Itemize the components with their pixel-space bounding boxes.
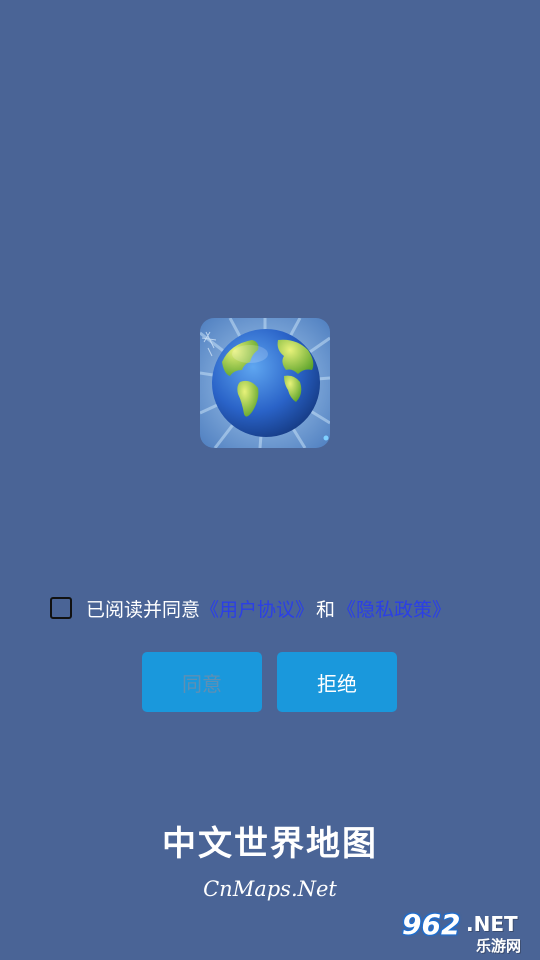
watermark-site-name: 乐游网 (476, 937, 522, 955)
privacy-policy-link[interactable]: 《隐私政策》 (337, 595, 451, 622)
consent-row: 已阅读并同意 《用户协议》 和 《隐私政策》 (50, 594, 451, 622)
app-title: 中文世界地图 (162, 824, 378, 864)
consent-checkbox[interactable] (50, 597, 72, 619)
app-subtitle: CnMaps.Net (203, 877, 337, 901)
watermark-number: 962 (402, 908, 461, 941)
app-logo (200, 318, 330, 448)
watermark-domain: .NET (466, 912, 518, 936)
agree-button[interactable]: 同意 (142, 652, 262, 712)
reject-button[interactable]: 拒绝 (277, 652, 397, 712)
globe-icon (200, 318, 330, 448)
user-agreement-link[interactable]: 《用户协议》 (200, 595, 314, 622)
consent-conjunction: 和 (316, 598, 336, 621)
consent-text: 已阅读并同意 (86, 598, 201, 621)
watermark-logo: 962 .NET 乐游网 (400, 908, 534, 956)
